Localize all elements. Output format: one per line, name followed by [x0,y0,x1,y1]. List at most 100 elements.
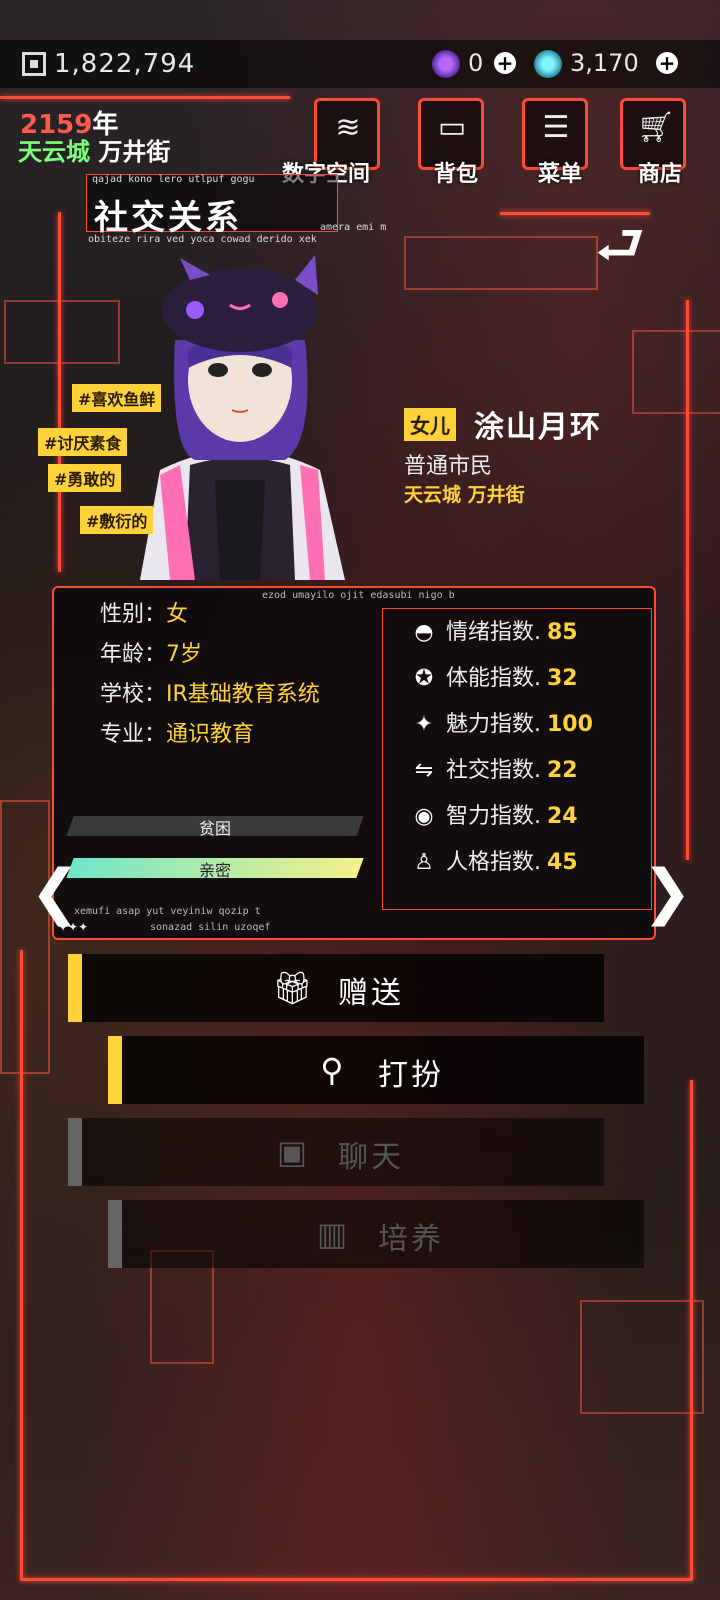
stat-stamina: ✪ 体能指数. 32 [410,660,578,692]
stat-label: 人格指数. [446,850,541,875]
stat-value: 32 [547,666,578,691]
gender-value: 女 [166,602,189,627]
social-icon: ⇋ [414,758,434,783]
title-caption: qajad kono lero utlpuf gogu [92,174,255,185]
page-title: 社交关系 [94,198,242,238]
button-stripe [108,1200,122,1268]
gift-label: 赠送 [338,976,404,1011]
character-occupation: 普通市民 [404,454,493,479]
stat-intellect: ◉ 智力指数. 24 [410,798,578,830]
stat-value: 22 [547,758,578,783]
frame-line [0,96,290,99]
stat-label: 社交指数. [446,758,541,783]
stat-emotion: ◓ 情绪指数. 85 [410,614,578,646]
train-button[interactable]: ▥ 培养 [108,1200,644,1268]
chat-icon: ▣ [276,1133,308,1171]
panel-footer-2: sonazad silin uzoqef [150,922,271,933]
stat-label: 体能指数. [446,666,541,691]
chat-button[interactable]: ▣ 聊天 [68,1118,604,1186]
intellect-icon: ◉ [414,804,434,829]
major-value: 通识教育 [166,722,255,747]
bag-icon: ▭ [437,110,467,145]
coin-count: 1,822,794 [54,49,196,79]
intimacy-label: 亲密 [198,861,231,880]
tag-item: #勇敢的 [48,464,122,492]
stat-social: ⇋ 社交指数. 22 [410,752,578,784]
charm-icon: ✦ [414,712,434,737]
stamina-icon: ✪ [414,666,434,691]
stat-value: 45 [547,850,578,875]
frame-line [686,300,689,860]
chart-icon: ▥ [316,1215,348,1253]
major-row: 专业：通识教育 [100,716,254,748]
cart-icon: 🛒︎ [637,110,676,145]
frame-line [20,950,23,1580]
coin-icon [22,52,46,76]
stat-value: 85 [547,620,578,645]
stat-charm: ✦ 魅力指数. 100 [410,706,593,738]
street-name: 万井街 [98,138,171,166]
layers-icon: ≋ [335,110,361,145]
character-location: 天云城 万井街 [404,484,525,506]
menu-label: 菜单 [538,162,583,187]
tag-item: #敷衍的 [80,506,154,534]
back-button[interactable]: ⮐ [580,216,660,276]
diamond-count: 3,170 [570,49,639,77]
add-diamond-button[interactable]: + [656,52,678,74]
panel-footer-1: xemufi asap yut veyiniw qozip t [74,906,261,917]
add-crystal-button[interactable]: + [494,52,516,74]
title-subcaption-2: amera emi m [320,222,387,233]
city-name: 天云城 [18,138,90,166]
stat-value: 100 [547,712,593,737]
emotion-icon: ◓ [414,620,434,645]
school-label: 学校： [100,682,167,707]
frame-line [690,1080,693,1580]
personality-icon: ♙ [414,850,434,875]
bg-sign [404,236,598,290]
next-character-button[interactable]: ❯ [642,862,692,922]
frame-line [20,1578,692,1581]
tag-item: #讨厌素食 [38,428,128,456]
diamond-icon [534,50,562,78]
train-label: 培养 [378,1222,444,1257]
gender-row: 性别：女 [100,596,188,628]
bag-label: 背包 [434,162,479,187]
stat-label: 情绪指数. [446,620,541,645]
stat-label: 智力指数. [446,804,541,829]
bg-sign [0,800,50,1074]
hanger-icon: ⚲ [320,1051,344,1089]
title-subcaption: obiteze rira ved yoca cowad derido xek [88,234,317,245]
panel-caption: ezod umayilo ojit edasubi nigo b [262,590,455,601]
button-stripe [68,954,82,1022]
stat-label: 魅力指数. [446,712,541,737]
school-value: IR基础教育系统 [166,682,320,707]
frame-line [58,212,61,572]
age-row: 年龄：7岁 [100,636,202,668]
wealth-label: 贫困 [198,819,231,838]
dress-label: 打扮 [378,1058,444,1093]
stat-personality: ♙ 人格指数. 45 [410,844,578,876]
character-name: 涂山月环 [474,410,602,445]
gift-button[interactable]: 🎁︎ 赠送 [68,954,604,1022]
location: 天云城 万井街 [18,132,170,167]
bg-sign [4,300,120,364]
gift-icon: 🎁︎ [272,969,313,1007]
gender-label: 性别： [100,602,167,627]
crystal-count: 0 [468,49,484,77]
age-label: 年龄： [100,642,167,667]
chat-label: 聊天 [338,1140,404,1175]
major-label: 专业： [100,722,167,747]
button-stripe [68,1118,82,1186]
menu-icon: ☰ [542,110,570,145]
tag-item: #喜欢鱼鲜 [72,384,162,412]
shop-label: 商店 [638,162,683,187]
prev-character-button[interactable]: ❮ [30,862,80,922]
school-row: 学校：IR基础教育系统 [100,676,320,708]
relation-badge: 女儿 [404,408,456,441]
bg-sign [632,330,720,414]
dress-button[interactable]: ⚲ 打扮 [108,1036,644,1104]
stat-value: 24 [547,804,578,829]
character-portrait [120,250,360,580]
bg-sign [580,1300,704,1414]
crystal-icon [432,50,460,78]
